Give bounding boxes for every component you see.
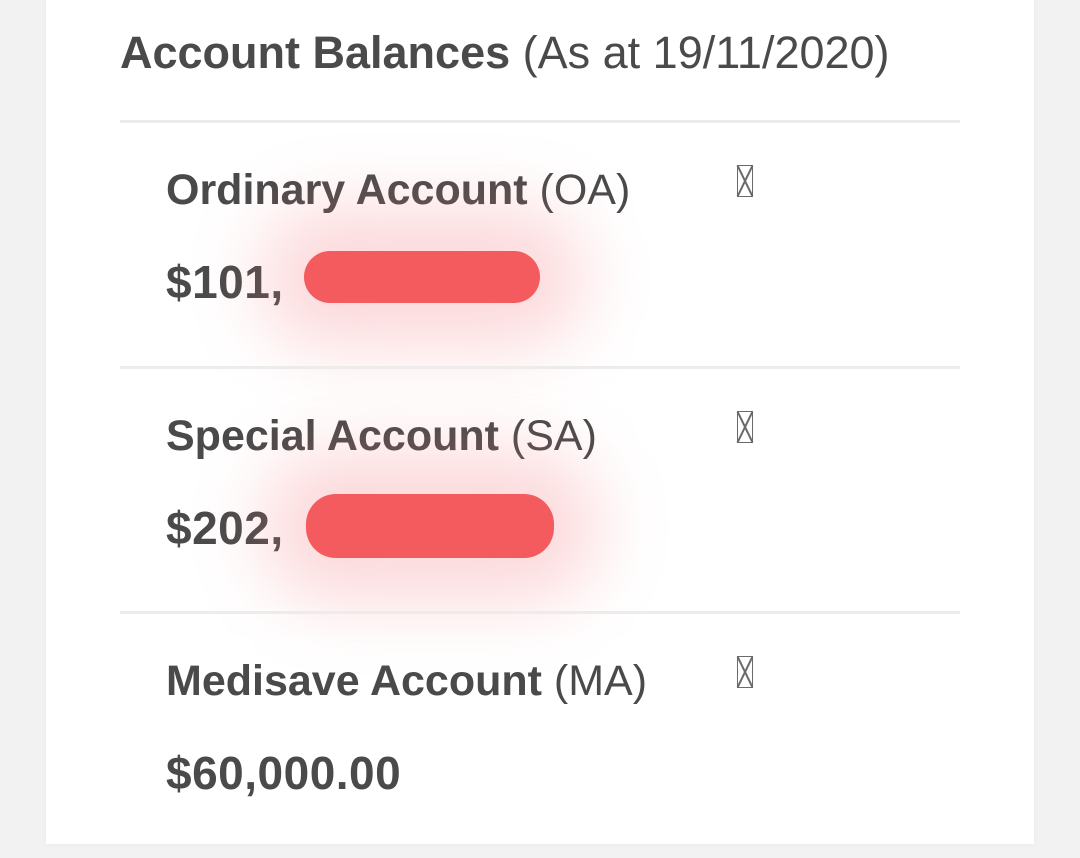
redaction-scribble bbox=[306, 494, 554, 558]
title-date: (As at 19/11/2020) bbox=[522, 27, 890, 78]
account-code-label: (OA) bbox=[539, 166, 631, 214]
account-name-ma: Medisave Account (MA) bbox=[166, 654, 647, 708]
account-row-oa: Ordinary Account (OA) $101, bbox=[120, 123, 960, 367]
account-row-sa: Special Account (SA) $202, bbox=[120, 369, 960, 613]
account-name-oa: Ordinary Account (OA) bbox=[166, 163, 630, 217]
info-icon[interactable] bbox=[737, 165, 753, 197]
account-name-label: Medisave Account bbox=[166, 657, 542, 705]
account-balance-sa: $202, bbox=[166, 502, 284, 554]
account-name-label: Ordinary Account bbox=[166, 166, 528, 214]
info-icon[interactable] bbox=[737, 656, 753, 688]
account-code-label: (MA) bbox=[553, 657, 648, 705]
account-name-sa: Special Account (SA) bbox=[166, 409, 597, 463]
account-code-label: (SA) bbox=[510, 412, 597, 460]
account-name-label: Special Account bbox=[166, 412, 499, 460]
account-balances-card: Account Balances (As at 19/11/2020) Ordi… bbox=[46, 0, 1034, 844]
redaction-scribble bbox=[304, 251, 540, 303]
account-balance-oa: $101, bbox=[166, 256, 284, 308]
title-main: Account Balances bbox=[120, 27, 511, 78]
info-icon[interactable] bbox=[737, 411, 753, 443]
page-title: Account Balances (As at 19/11/2020) bbox=[120, 24, 890, 82]
account-balance-ma: $60,000.00 bbox=[166, 747, 402, 799]
account-row-ma: Medisave Account (MA) $60,000.00 bbox=[120, 614, 960, 858]
